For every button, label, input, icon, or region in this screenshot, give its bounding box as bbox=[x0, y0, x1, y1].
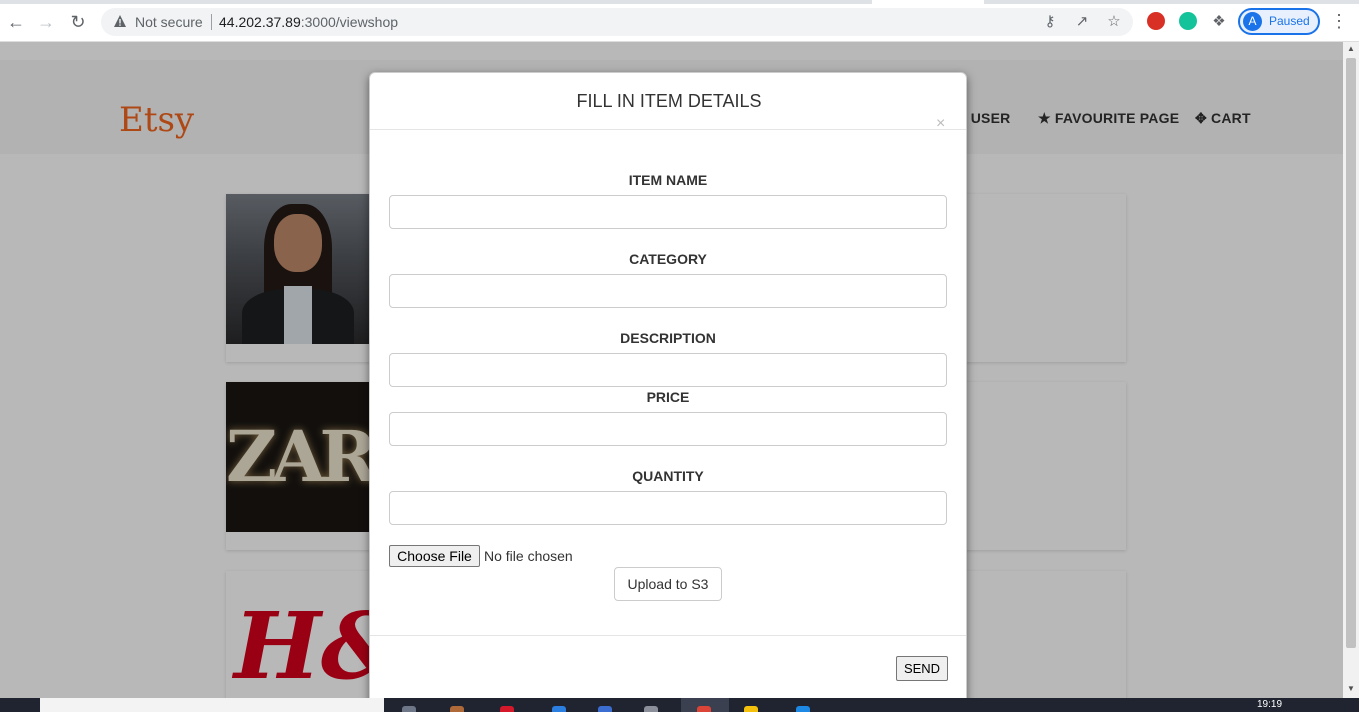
address-bar[interactable]: Not secure 44.202.37.89:3000/viewshop ⚷ … bbox=[101, 8, 1133, 36]
browser-toolbar: ← → ↻ Not secure 44.202.37.89:3000/views… bbox=[0, 0, 1359, 42]
item-name-label: ITEM NAME bbox=[628, 172, 708, 188]
profile-button[interactable]: A Paused bbox=[1238, 8, 1320, 35]
extension-red-icon[interactable] bbox=[1147, 12, 1165, 30]
grammarly-icon[interactable] bbox=[1179, 12, 1197, 30]
menu-kebab-icon[interactable]: ⋮ bbox=[1330, 12, 1348, 32]
send-button[interactable]: SEND bbox=[896, 656, 948, 681]
url-host: 44.202.37.89 bbox=[219, 14, 301, 30]
forward-icon[interactable]: → bbox=[36, 12, 56, 32]
omnibox-separator bbox=[211, 14, 212, 30]
category-label: CATEGORY bbox=[629, 251, 707, 267]
upload-s3-button[interactable]: Upload to S3 bbox=[614, 567, 722, 601]
quantity-input[interactable] bbox=[389, 491, 947, 525]
modal-footer-divider bbox=[370, 635, 966, 636]
category-input[interactable] bbox=[389, 274, 947, 308]
item-details-modal: FILL IN ITEM DETAILS × ITEM NAME CATEGOR… bbox=[369, 72, 967, 712]
clock-time[interactable]: 19:19 bbox=[1257, 699, 1282, 710]
opera-icon[interactable] bbox=[500, 706, 514, 712]
tab-strip bbox=[0, 0, 1359, 4]
description-label: DESCRIPTION bbox=[620, 330, 716, 346]
security-status[interactable]: Not secure bbox=[135, 14, 203, 30]
price-label: PRICE bbox=[646, 389, 690, 405]
taskbar-app-icon[interactable] bbox=[450, 706, 464, 712]
back-icon[interactable]: ← bbox=[6, 12, 26, 32]
scrollbar-thumb[interactable] bbox=[1346, 58, 1356, 648]
scroll-up-icon[interactable]: ▲ bbox=[1343, 42, 1359, 56]
bookmark-star-icon[interactable]: ☆ bbox=[1105, 13, 1123, 31]
avatar: A bbox=[1243, 12, 1262, 31]
vscode-icon[interactable] bbox=[598, 706, 612, 712]
item-name-input[interactable] bbox=[389, 195, 947, 229]
modal-header-divider bbox=[370, 129, 966, 130]
chrome-icon[interactable] bbox=[697, 706, 711, 712]
url-text[interactable]: 44.202.37.89:3000/viewshop bbox=[219, 14, 398, 30]
edge-icon[interactable] bbox=[552, 706, 566, 712]
choose-file-button[interactable]: Choose File bbox=[389, 545, 480, 567]
store-icon[interactable] bbox=[796, 706, 810, 712]
calculator-icon[interactable] bbox=[644, 706, 658, 712]
taskbar-search[interactable] bbox=[40, 698, 384, 712]
url-path: :3000/viewshop bbox=[300, 14, 399, 30]
description-input[interactable] bbox=[389, 353, 947, 387]
scroll-down-icon[interactable]: ▼ bbox=[1343, 682, 1359, 696]
file-status: No file chosen bbox=[484, 548, 573, 564]
active-tab[interactable] bbox=[872, 0, 984, 4]
quantity-label: QUANTITY bbox=[632, 468, 704, 484]
extensions-puzzle-icon[interactable]: ❖ bbox=[1210, 13, 1228, 31]
file-explorer-icon[interactable] bbox=[744, 706, 758, 712]
warning-icon[interactable] bbox=[113, 14, 127, 28]
profile-status: Paused bbox=[1269, 14, 1310, 28]
reload-icon[interactable]: ↻ bbox=[68, 12, 88, 32]
modal-title: FILL IN ITEM DETAILS bbox=[576, 91, 762, 111]
key-icon[interactable]: ⚷ bbox=[1041, 13, 1059, 31]
share-icon[interactable]: ↗ bbox=[1073, 13, 1091, 31]
page-scrollbar[interactable]: ▲ ▼ bbox=[1343, 42, 1359, 698]
task-view-icon[interactable] bbox=[402, 706, 416, 712]
price-input[interactable] bbox=[389, 412, 947, 446]
windows-taskbar: 19:19 bbox=[0, 698, 1359, 712]
